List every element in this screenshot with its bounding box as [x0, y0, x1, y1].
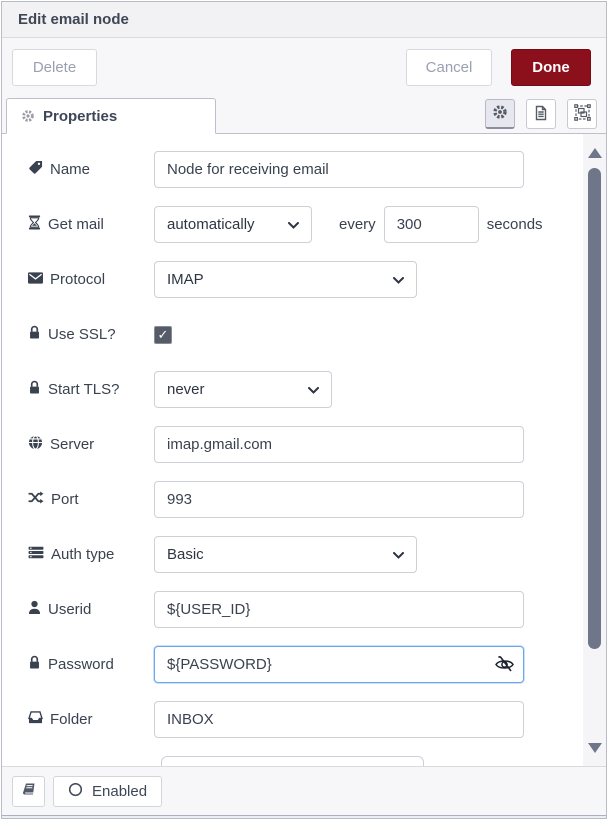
- document-icon: [533, 105, 549, 124]
- description-doc-button[interactable]: [526, 99, 556, 129]
- name-row: Name: [28, 151, 606, 188]
- start-tls-select[interactable]: never: [154, 371, 332, 408]
- dialog-footer: Enabled: [2, 766, 606, 815]
- tab-bar: Properties: [2, 97, 606, 134]
- password-row: Password: [28, 646, 606, 683]
- inbox-icon: [28, 711, 43, 728]
- server-input[interactable]: [154, 426, 524, 463]
- get-mail-select[interactable]: automatically: [154, 206, 312, 243]
- scroll-up-arrow-icon[interactable]: [588, 148, 602, 158]
- protocol-label: Protocol: [28, 271, 154, 288]
- tab-properties[interactable]: Properties: [6, 98, 216, 134]
- object-group-icon: [574, 104, 591, 124]
- interval-input[interactable]: [384, 206, 479, 243]
- book-icon: [22, 782, 36, 801]
- server-bars-icon: [28, 546, 44, 563]
- auth-type-row: Auth type Basic: [28, 536, 606, 573]
- dialog-toolbar: Delete Cancel Done: [2, 38, 606, 97]
- tab-properties-label: Properties: [43, 108, 117, 125]
- bottom-strip: [2, 815, 606, 818]
- port-row: Port: [28, 481, 606, 518]
- scrollbar-thumb[interactable]: [588, 168, 601, 649]
- enabled-toggle-button[interactable]: Enabled: [53, 776, 162, 807]
- folder-input[interactable]: [154, 701, 524, 738]
- get-mail-label: Get mail: [28, 215, 154, 234]
- dialog-header: Edit email node: [2, 2, 606, 38]
- partial-select[interactable]: [161, 756, 424, 766]
- start-tls-row: Start TLS? never: [28, 371, 606, 408]
- dialog-title: Edit email node: [18, 11, 129, 28]
- done-button[interactable]: Done: [511, 49, 591, 86]
- chevron-down-icon: [308, 381, 319, 398]
- user-icon: [28, 600, 41, 619]
- server-label: Server: [28, 435, 154, 454]
- scroll-down-arrow-icon[interactable]: [588, 743, 602, 753]
- userid-input[interactable]: [154, 591, 524, 628]
- name-input[interactable]: [154, 151, 524, 188]
- get-mail-row: Get mail automatically every seconds: [28, 206, 606, 243]
- enabled-label: Enabled: [92, 783, 147, 800]
- protocol-row: Protocol IMAP: [28, 261, 606, 298]
- tab-icon-buttons: [485, 99, 597, 129]
- circle-icon: [68, 782, 83, 801]
- auth-type-select[interactable]: Basic: [154, 536, 417, 573]
- next-row-partial: [28, 756, 606, 766]
- eye-slash-icon[interactable]: [494, 654, 515, 674]
- lock-icon: [28, 325, 41, 344]
- port-input[interactable]: [154, 481, 524, 518]
- shuffle-icon: [28, 491, 44, 508]
- chevron-down-icon: [393, 271, 404, 288]
- auth-type-label: Auth type: [28, 546, 154, 563]
- name-label: Name: [28, 160, 154, 179]
- password-input[interactable]: [154, 646, 524, 683]
- use-ssl-checkbox[interactable]: ✓: [154, 326, 172, 344]
- appearance-button[interactable]: [567, 99, 597, 129]
- seconds-label: seconds: [487, 216, 543, 233]
- server-row: Server: [28, 426, 606, 463]
- node-help-button[interactable]: [12, 776, 45, 807]
- protocol-select[interactable]: IMAP: [154, 261, 417, 298]
- properties-form: Name Get mail automatically every second…: [2, 134, 606, 766]
- password-input-wrapper: [154, 646, 524, 683]
- use-ssl-row: Use SSL? ✓: [28, 316, 606, 353]
- globe-icon: [28, 435, 43, 454]
- chevron-down-icon: [393, 546, 404, 563]
- form-scrollbar[interactable]: [583, 134, 606, 766]
- lock-icon: [28, 655, 41, 674]
- tag-icon: [28, 160, 43, 179]
- chevron-down-icon: [288, 216, 299, 233]
- lock-icon: [28, 380, 41, 399]
- gear-icon: [21, 109, 35, 123]
- password-label: Password: [28, 655, 154, 674]
- userid-label: Userid: [28, 600, 154, 619]
- userid-row: Userid: [28, 591, 606, 628]
- start-tls-label: Start TLS?: [28, 380, 154, 399]
- envelope-icon: [28, 271, 43, 288]
- use-ssl-label: Use SSL?: [28, 325, 154, 344]
- gear-icon: [492, 104, 508, 123]
- delete-button[interactable]: Delete: [12, 49, 97, 86]
- folder-label: Folder: [28, 711, 154, 728]
- every-label: every: [339, 216, 376, 233]
- folder-row: Folder: [28, 701, 606, 738]
- cancel-button[interactable]: Cancel: [406, 49, 492, 86]
- hourglass-icon: [28, 215, 41, 234]
- edit-email-node-dialog: Edit email node Delete Cancel Done Prope…: [1, 1, 607, 819]
- properties-gear-button[interactable]: [485, 99, 515, 129]
- port-label: Port: [28, 491, 154, 508]
